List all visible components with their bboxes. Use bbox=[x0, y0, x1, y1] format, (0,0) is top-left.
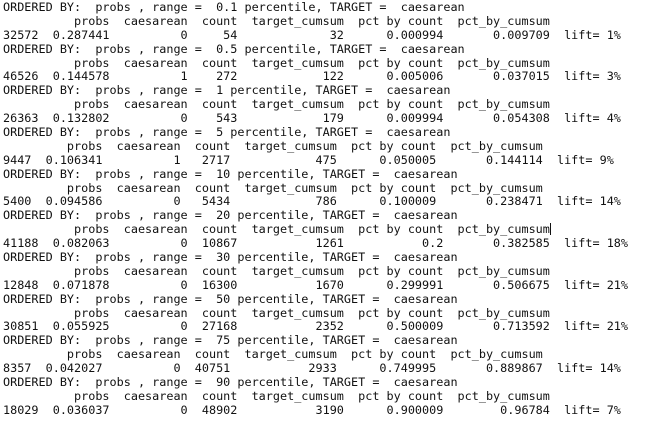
terminal-line: probs caesarean count target_cumsum pct … bbox=[3, 348, 543, 362]
terminal-line: 26363 0.132802 0 543 179 0.009994 0.0543… bbox=[3, 112, 621, 126]
terminal-line-text: probs caesarean count target_cumsum pct … bbox=[3, 223, 550, 237]
terminal-line: ORDERED BY: probs , range = 75 percentil… bbox=[3, 334, 458, 348]
terminal-line: probs caesarean count target_cumsum pct … bbox=[3, 139, 543, 153]
terminal-line: probs caesarean count target_cumsum pct … bbox=[3, 264, 550, 278]
terminal-line: probs caesarean count target_cumsum pct … bbox=[3, 306, 550, 320]
text-cursor bbox=[549, 223, 551, 236]
terminal-line: probs caesarean count target_cumsum pct … bbox=[3, 181, 543, 195]
terminal-line: ORDERED BY: probs , range = 5 percentile… bbox=[3, 126, 451, 140]
terminal-line: probs caesarean count target_cumsum pct … bbox=[3, 98, 550, 112]
terminal-line: 12848 0.071878 0 16300 1670 0.299991 0.5… bbox=[3, 278, 629, 292]
terminal-line: ORDERED BY: probs , range = 90 percentil… bbox=[3, 376, 458, 390]
terminal-line-cursor: probs caesarean count target_cumsum pct … bbox=[0, 223, 651, 237]
terminal-line: 8357 0.042027 0 40751 2933 0.749995 0.88… bbox=[3, 362, 621, 376]
terminal-line: probs caesarean count target_cumsum pct … bbox=[3, 14, 550, 28]
terminal-line: ORDERED BY: probs , range = 0.5 percenti… bbox=[3, 42, 465, 56]
terminal-line: 32572 0.287441 0 54 32 0.000994 0.009709… bbox=[3, 28, 621, 42]
terminal-line: probs caesarean count target_cumsum pct … bbox=[3, 56, 550, 70]
terminal-line: 9447 0.106341 1 2717 475 0.050005 0.1441… bbox=[3, 153, 614, 167]
terminal-line: ORDERED BY: probs , range = 0.1 percenti… bbox=[3, 1, 465, 14]
terminal-line: ORDERED BY: probs , range = 10 percentil… bbox=[3, 167, 458, 181]
terminal-line: ORDERED BY: probs , range = 20 percentil… bbox=[3, 209, 458, 223]
terminal-line: 46526 0.144578 1 272 122 0.005006 0.0370… bbox=[3, 70, 621, 84]
terminal-line: 41188 0.082063 0 10867 1261 0.2 0.382585… bbox=[3, 237, 629, 251]
terminal-line: ORDERED BY: probs , range = 30 percentil… bbox=[3, 251, 458, 265]
terminal-line: 30851 0.055925 0 27168 2352 0.500009 0.7… bbox=[3, 320, 629, 334]
terminal-line: 5400 0.094586 0 5434 786 0.100009 0.2384… bbox=[3, 195, 621, 209]
terminal-line: ORDERED BY: probs , range = 50 percentil… bbox=[3, 292, 458, 306]
terminal-line: 18029 0.036037 0 48902 3190 0.900009 0.9… bbox=[3, 403, 621, 417]
terminal-line: ORDERED BY: probs , range = 1 percentile… bbox=[3, 84, 451, 98]
terminal-line: probs caesarean count target_cumsum pct … bbox=[3, 389, 550, 403]
terminal-output[interactable]: ORDERED BY: probs , range = 0.1 percenti… bbox=[0, 0, 651, 433]
